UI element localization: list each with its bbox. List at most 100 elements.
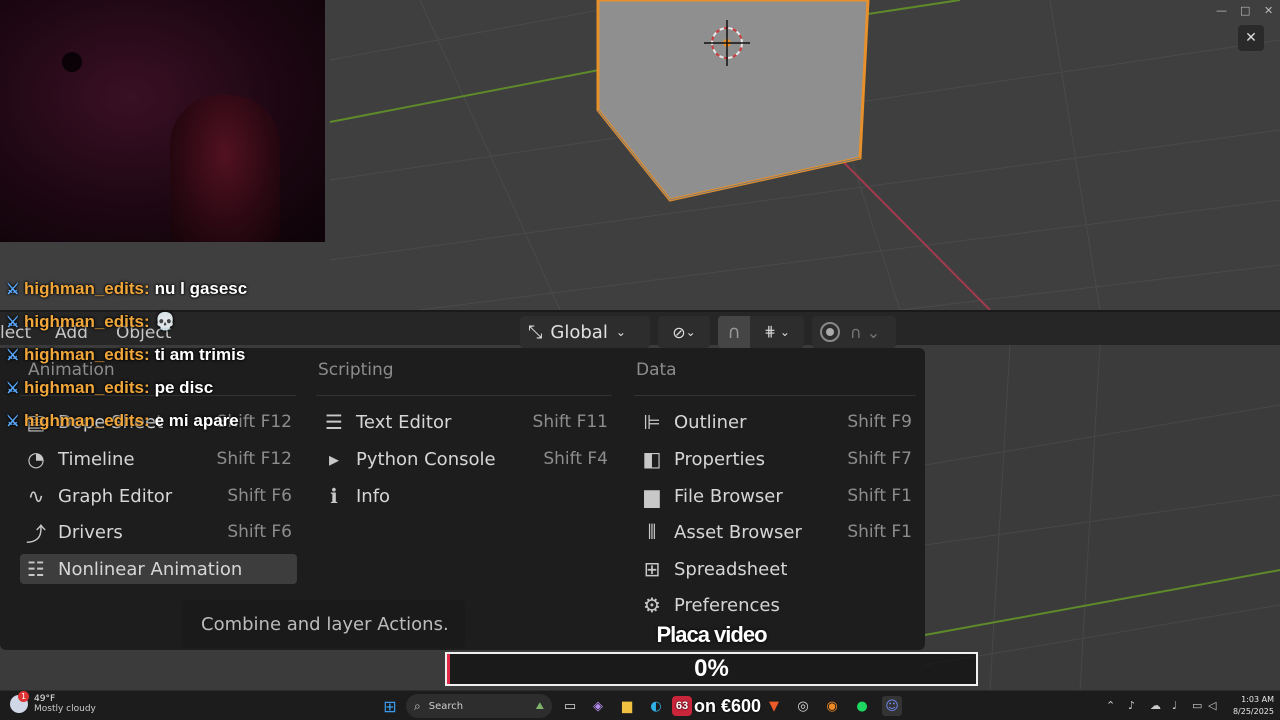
menu-item-label: Text Editor (356, 411, 452, 433)
preferences-icon: ⚙ (643, 593, 661, 617)
menu-item-nonlinear-animation[interactable]: ☷ Nonlinear Animation (20, 554, 297, 584)
close-icon[interactable]: ✕ (1238, 25, 1264, 51)
window-close-button[interactable]: ✕ (1264, 4, 1273, 17)
menu-item-spreadsheet[interactable]: ⊞ Spreadsheet (636, 554, 916, 584)
spreadsheet-icon: ⊞ (643, 557, 661, 581)
network-icon[interactable]: ☁ (1150, 699, 1161, 712)
menu-item-drivers[interactable]: ⤴ Drivers Shift F6 (20, 517, 296, 547)
clock[interactable]: 1:03 AM 8/25/2025 (1222, 694, 1274, 718)
discord-icon[interactable]: ☺ (882, 696, 902, 716)
volume-icon[interactable]: ◁ (1208, 699, 1216, 712)
chat-message: ⚔ highman_edits: pe disc (6, 375, 213, 401)
chat-text: ti am trimis (154, 345, 246, 364)
proportional-edit-icon[interactable] (820, 322, 840, 342)
microphone-icon[interactable]: ♩ (1172, 699, 1177, 712)
screen: — □ ✕ ✕ lect Add Object ⤡ Global ⌄ ⊘ ⌄ ∩… (0, 0, 1280, 720)
menu-item-label: Info (356, 485, 391, 507)
menu-item-label: Drivers (58, 521, 123, 543)
menu-item-text-editor[interactable]: ☰ Text Editor Shift F11 (318, 407, 612, 437)
proportional-editing-controls: ∩ ⌄ (812, 316, 896, 348)
menu-item-asset-browser[interactable]: ⫴ Asset Browser Shift F1 (636, 517, 916, 547)
menu-item-label: Asset Browser (674, 521, 802, 543)
chevron-down-icon: ⌄ (615, 325, 626, 339)
nla-icon: ☷ (27, 557, 45, 581)
menu-item-preferences[interactable]: ⚙ Preferences (636, 590, 916, 620)
chevron-down-icon: ⌄ (685, 325, 696, 339)
speaker-icon[interactable]: ♪ (1128, 699, 1135, 712)
menu-item-label: Timeline (58, 448, 135, 470)
badge-text: on €600 (694, 695, 762, 716)
goal-progress-bar: 0% (445, 652, 978, 686)
menu-item-shortcut: Shift F11 (532, 412, 608, 432)
menu-item-shortcut: Shift F1 (847, 486, 912, 506)
text-editor-icon: ☰ (325, 410, 343, 434)
menu-item-outliner[interactable]: ⊫ Outliner Shift F9 (636, 407, 916, 437)
minimize-button[interactable]: — (1216, 4, 1227, 17)
menu-item-label: Graph Editor (58, 485, 173, 507)
graph-editor-icon: ∿ (27, 484, 45, 508)
search-box[interactable]: ⌕ Search ⛰ (406, 694, 552, 718)
weather-desc: Mostly cloudy (34, 704, 96, 714)
column-header-data: Data (636, 360, 677, 380)
taskbar: 49°F Mostly cloudy ⊞ ⌕ Search ⛰ ▭ ◈ ▆ ◐ … (0, 690, 1280, 720)
brave-icon[interactable]: ▼ (764, 696, 784, 716)
chat-username: highman_edits: (24, 279, 150, 298)
divider (634, 395, 916, 396)
goal-title: Placa video (656, 622, 767, 647)
info-icon: ℹ (330, 484, 338, 508)
spotify-icon[interactable]: ● (852, 696, 872, 716)
falloff-curve-icon[interactable]: ∩ ⌄ (850, 323, 880, 342)
pivot-point-dropdown[interactable]: ⊘ ⌄ (658, 316, 710, 348)
windows-start-icon[interactable]: ⊞ (380, 696, 400, 716)
transform-orientation-icon: ⤡ (528, 321, 543, 343)
blender-icon[interactable]: ◉ (822, 696, 842, 716)
drivers-icon: ⤴ (26, 521, 46, 546)
asset-browser-icon: ⫴ (647, 520, 657, 544)
chat-message: ⚔ highman_edits: ti am trimis (6, 342, 245, 368)
search-placeholder: Search (428, 700, 464, 712)
menu-item-graph-editor[interactable]: ∿ Graph Editor Shift F6 (20, 481, 296, 511)
chat-username: highman_edits: (24, 411, 150, 430)
menu-item-label: Properties (674, 448, 765, 470)
copilot-icon[interactable]: ◈ (588, 696, 608, 716)
menu-item-shortcut: Shift F1 (847, 522, 912, 542)
transform-orientation-dropdown[interactable]: ⤡ Global ⌄ (520, 316, 650, 348)
file-browser-icon: ▆ (644, 484, 660, 508)
clock-date: 8/25/2025 (1232, 707, 1274, 716)
menu-item-timeline[interactable]: ◔ Timeline Shift F12 (20, 444, 296, 474)
timeline-icon: ◔ (27, 447, 45, 471)
obs-icon[interactable]: ◎ (793, 696, 813, 716)
chevron-up-icon[interactable]: ⌃ (1106, 699, 1115, 712)
menu-item-properties[interactable]: ◧ Properties Shift F7 (636, 444, 916, 474)
menu-item-python-console[interactable]: ▸ Python Console Shift F4 (318, 444, 612, 474)
menu-item-shortcut: Shift F12 (216, 449, 292, 469)
snap-increment-icon: ⋕ (764, 324, 776, 340)
menu-item-label: Python Console (356, 448, 496, 470)
maximize-button[interactable]: □ (1240, 4, 1250, 17)
menu-item-label: Spreadsheet (674, 558, 788, 580)
menu-item-label: Preferences (674, 594, 780, 616)
snap-target-dropdown[interactable]: ⋕ ⌄ (750, 324, 804, 340)
sword-badge-icon: ⚔ (6, 413, 20, 430)
chat-message: ⚔ highman_edits: e mi apare (6, 408, 239, 434)
file-explorer-icon[interactable]: ▆ (617, 696, 637, 716)
chat-text: e mi apare (154, 411, 239, 430)
outliner-icon: ⊫ (643, 410, 661, 434)
edge-icon[interactable]: ◐ (646, 696, 666, 716)
magnet-icon[interactable]: ∩ (718, 316, 750, 348)
menu-item-shortcut: Shift F6 (227, 486, 292, 506)
column-header-scripting: Scripting (318, 360, 394, 380)
chevron-down-icon: ⌄ (779, 325, 790, 339)
menu-item-file-browser[interactable]: ▆ File Browser Shift F1 (636, 481, 916, 511)
stream-goal-badge: 63 on €600 (672, 693, 761, 719)
menu-item-info[interactable]: ℹ Info (318, 481, 612, 511)
task-view-icon[interactable]: ▭ (560, 696, 580, 716)
search-highlight-icon: ⛰ (535, 700, 544, 712)
sword-badge-icon: ⚔ (6, 380, 20, 397)
chat-message: ⚔ highman_edits: nu l gasesc (6, 276, 247, 302)
display-icon[interactable]: ▭ (1192, 699, 1202, 712)
webcam-feed (0, 0, 325, 242)
menu-item-shortcut: Shift F9 (847, 412, 912, 432)
weather-widget[interactable]: 49°F Mostly cloudy (10, 691, 96, 714)
chat-text: 💀 (154, 312, 176, 331)
